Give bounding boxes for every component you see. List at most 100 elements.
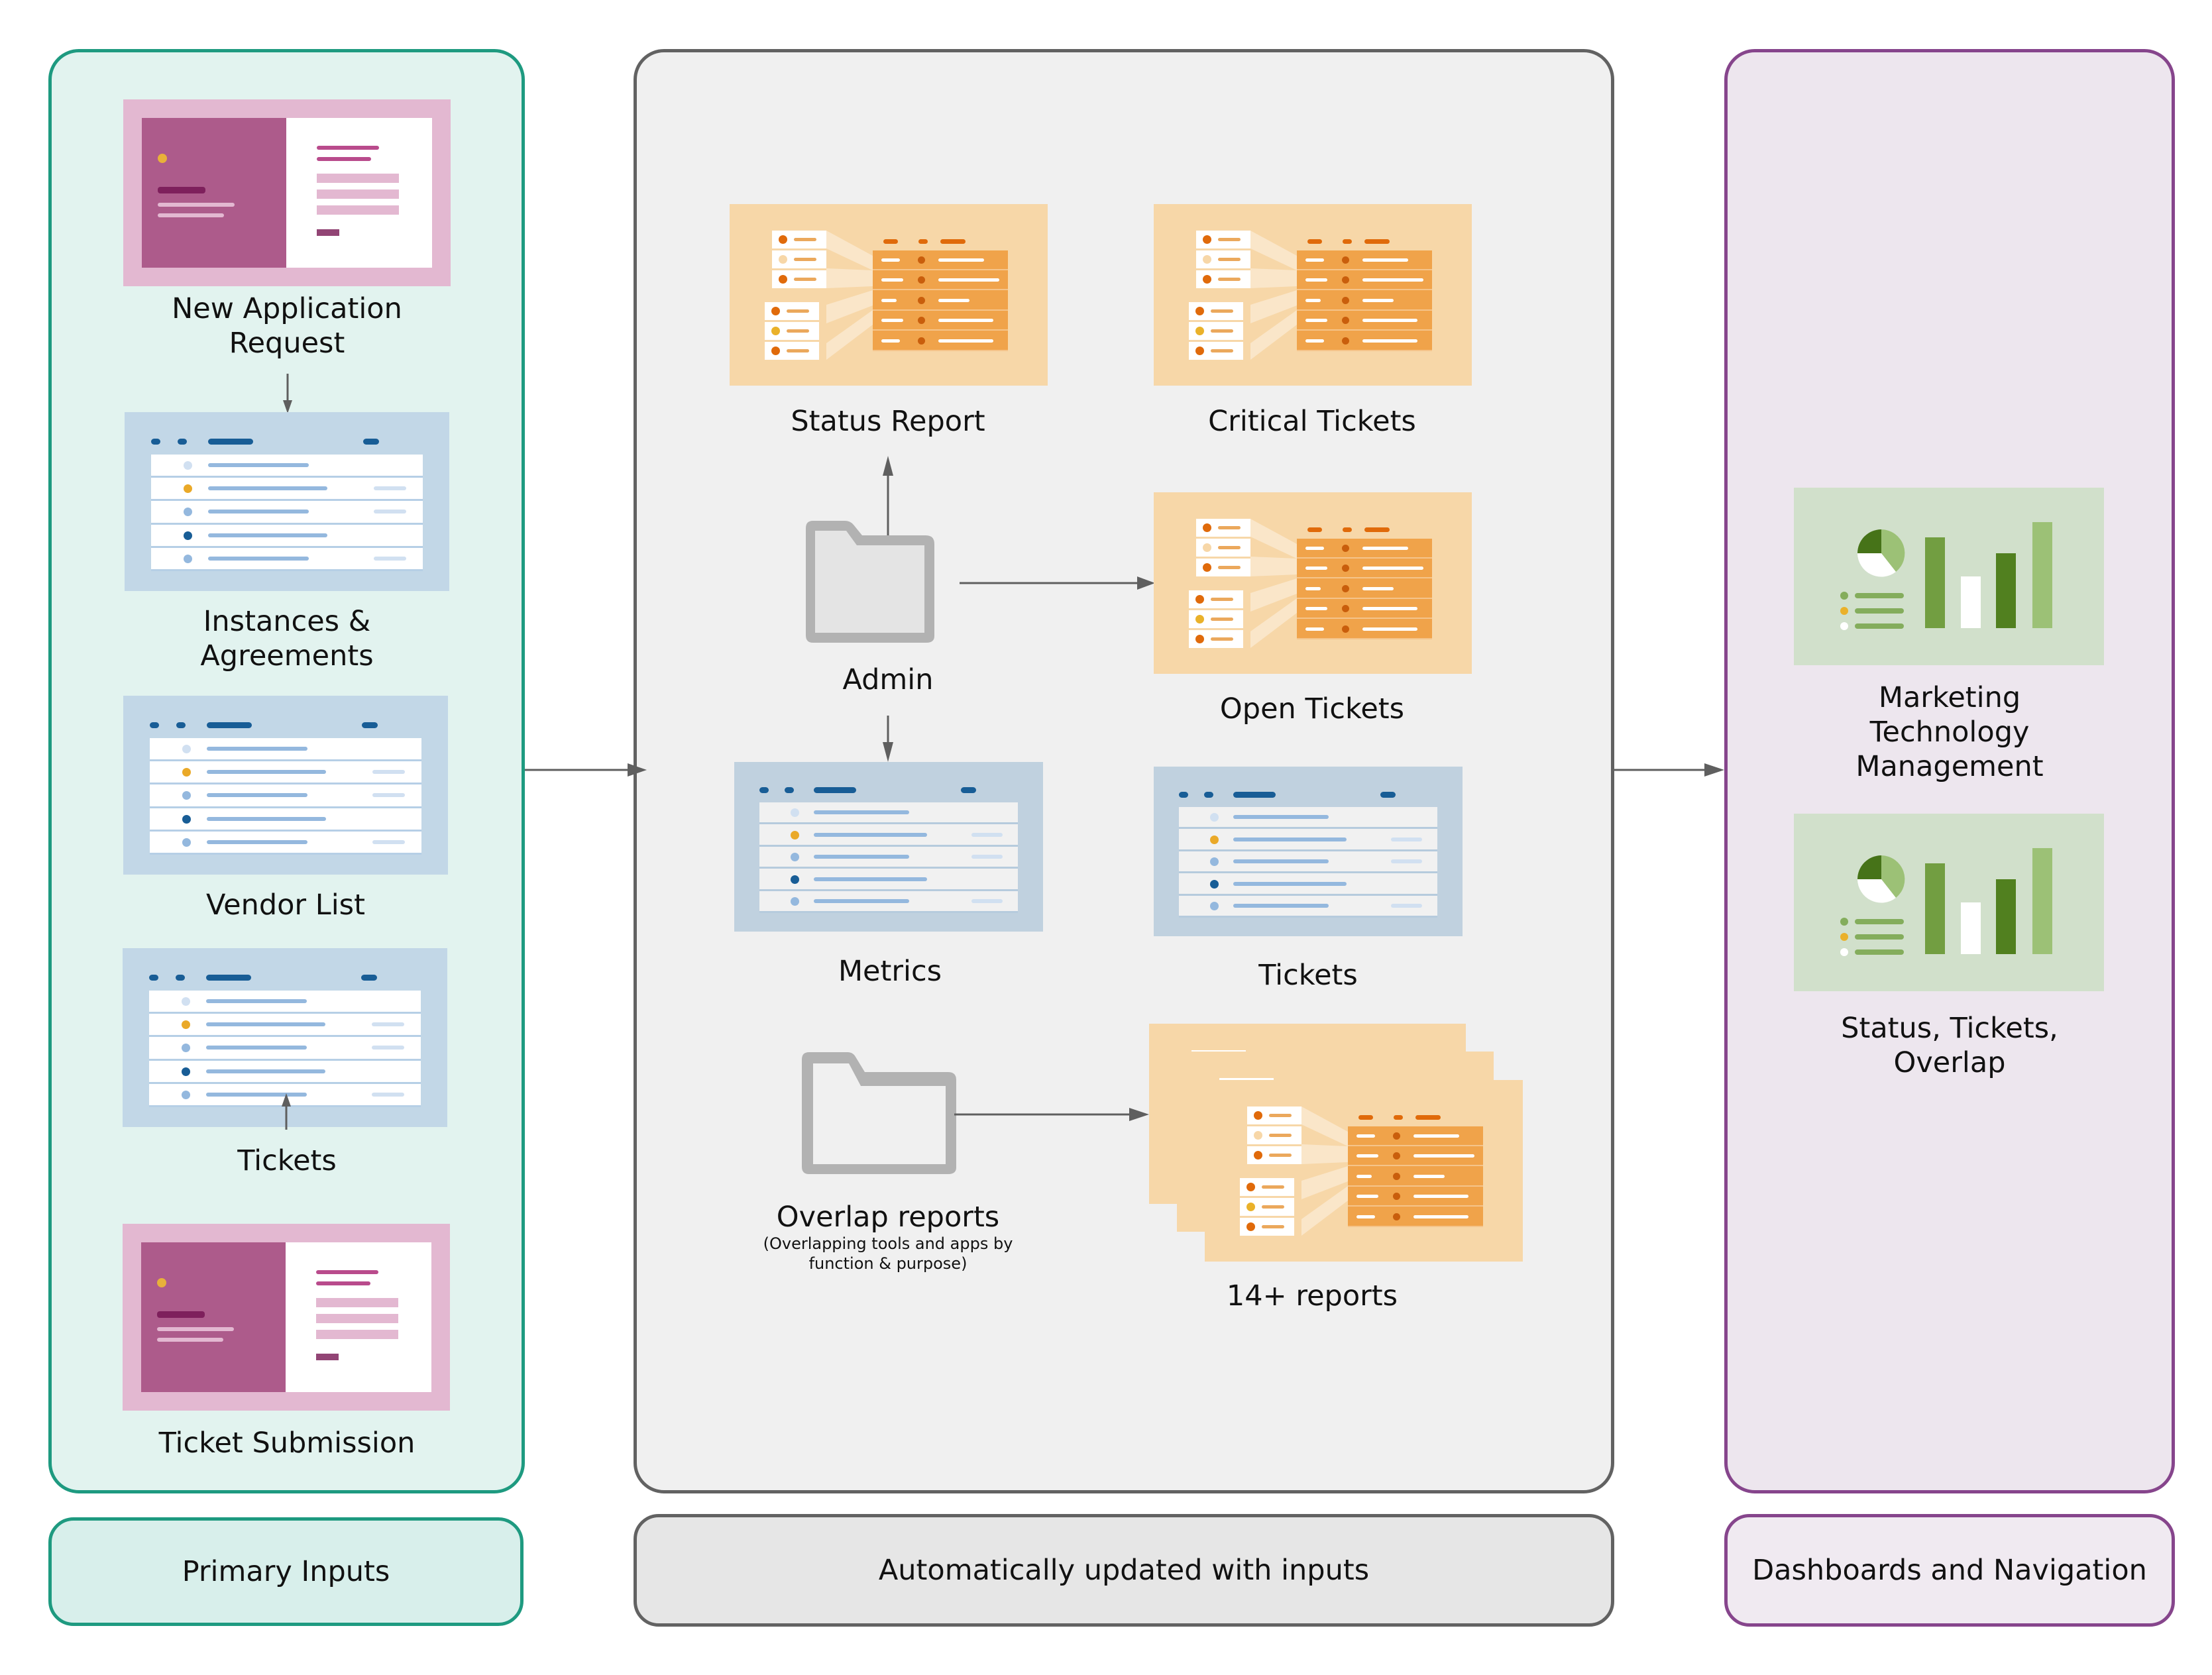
- status-dot: [1209, 813, 1219, 822]
- card-line: [794, 238, 816, 241]
- table-row: [150, 784, 421, 806]
- table-row: [151, 524, 423, 546]
- label-line: Instances &: [203, 605, 371, 638]
- down-arrow-icon: [883, 716, 893, 762]
- table-icon: [123, 696, 448, 875]
- row-line: [813, 877, 928, 881]
- bar: [1996, 879, 2016, 954]
- row-line-secondary: [372, 770, 406, 775]
- report-icon: [1154, 204, 1472, 386]
- row-line: [1305, 298, 1321, 302]
- status-dot: [771, 347, 780, 355]
- card-line: [787, 349, 809, 352]
- dashboards-footer-label: Dashboards and Navigation: [1752, 1554, 2147, 1587]
- status-dot: [184, 531, 193, 540]
- legend-dot: [1840, 607, 1848, 615]
- status-dot: [1342, 296, 1349, 304]
- status-dot: [1342, 256, 1349, 264]
- card-line: [1211, 329, 1233, 333]
- header-bar: [940, 239, 966, 244]
- status-dot: [1342, 337, 1349, 345]
- row-line: [1362, 278, 1423, 282]
- status-dot: [1342, 276, 1349, 284]
- row-line: [1362, 339, 1417, 343]
- right-arrow-icon: [954, 1108, 1149, 1121]
- card-line: [1218, 258, 1241, 261]
- row-line: [208, 486, 328, 491]
- source-card: [1189, 322, 1243, 340]
- instances-agreements-label: Instances & Agreements: [88, 604, 486, 673]
- label-line: Agreements: [200, 639, 374, 673]
- note-line: function & purpose): [808, 1254, 968, 1273]
- header-bar: [1358, 1115, 1373, 1120]
- dashboard-icon: [1794, 814, 2104, 991]
- header-bar: [361, 975, 377, 981]
- card-line: [1218, 278, 1241, 281]
- status-dot: [1246, 1203, 1255, 1211]
- table-row: [150, 761, 421, 783]
- primary-inputs-footer: Primary Inputs: [48, 1517, 524, 1626]
- source-card: [772, 231, 826, 248]
- header-bar: [178, 439, 187, 445]
- table-icon: [1154, 767, 1463, 936]
- legend-line: [1855, 949, 1904, 955]
- row-line: [1233, 903, 1329, 908]
- table-row: [1297, 539, 1432, 559]
- bar: [1996, 553, 2016, 628]
- down-arrow-icon: [283, 374, 292, 413]
- admin-folder-icon[interactable]: [804, 519, 936, 645]
- status-dot: [1209, 835, 1219, 844]
- header-bar: [1179, 792, 1189, 798]
- source-card: [765, 302, 819, 320]
- auto-updated-footer: Automatically updated with inputs: [634, 1514, 1614, 1627]
- row-line-secondary: [372, 793, 406, 798]
- table-row: [759, 824, 1018, 845]
- table-row: [759, 869, 1018, 889]
- row-line: [1362, 319, 1417, 323]
- pie-slice: [1857, 529, 1881, 553]
- status-dot: [1195, 635, 1204, 643]
- row-line: [1362, 607, 1417, 611]
- row-line: [1233, 815, 1329, 820]
- row-line-secondary: [971, 855, 1003, 859]
- status-dot: [790, 830, 799, 839]
- row-line: [881, 339, 900, 343]
- right-arrow-icon: [1614, 763, 1724, 777]
- row-line: [1413, 1215, 1468, 1218]
- header-bar: [883, 239, 898, 244]
- table-row: [873, 270, 1008, 291]
- admin-label: Admin: [842, 663, 934, 696]
- table-row: [149, 1060, 421, 1082]
- header-bar: [206, 975, 251, 981]
- row-line: [208, 510, 309, 514]
- status-dot: [918, 296, 925, 304]
- row-line: [208, 463, 309, 468]
- header-bar: [150, 722, 159, 728]
- status-dot: [184, 508, 193, 517]
- row-line-secondary: [1390, 859, 1422, 864]
- header-bar: [1343, 527, 1352, 532]
- dashboards-footer: Dashboards and Navigation: [1724, 1514, 2175, 1627]
- card-line: [1218, 566, 1241, 569]
- status-report-label: Status Report: [791, 405, 985, 438]
- status-dot: [1195, 327, 1204, 335]
- row-line: [881, 298, 897, 302]
- source-card: [1196, 231, 1250, 248]
- row-line: [208, 556, 309, 561]
- vendor-list-label: Vendor List: [87, 888, 484, 922]
- bar: [1961, 902, 1981, 954]
- row-line-secondary: [372, 1092, 405, 1097]
- dashboard-graphic: [1840, 522, 2052, 630]
- row-line: [1362, 547, 1408, 550]
- row-line-secondary: [372, 1022, 405, 1027]
- row-line: [207, 816, 327, 821]
- status-dot: [1342, 317, 1349, 325]
- header-bar: [149, 975, 158, 981]
- table-row: [1348, 1126, 1483, 1146]
- overlap-folder-icon[interactable]: [800, 1050, 959, 1176]
- row-line: [1413, 1174, 1445, 1178]
- header-bar: [207, 722, 252, 728]
- new-application-request-label: New Application Request: [88, 292, 486, 360]
- tickets-input-label: Tickets: [88, 1144, 486, 1178]
- row-line-secondary: [971, 832, 1003, 837]
